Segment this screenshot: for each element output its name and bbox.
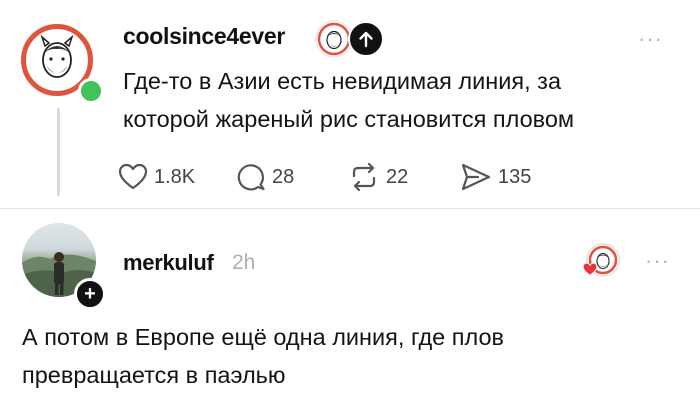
share-button[interactable]: 135 [460, 162, 531, 192]
avatar-illustration [40, 34, 74, 78]
username[interactable]: coolsince4ever [123, 23, 285, 50]
repost-icon [352, 162, 376, 192]
like-button[interactable]: 1.8K [118, 163, 236, 191]
online-status-dot [78, 78, 104, 104]
like-count: 1.8K [154, 165, 196, 188]
post-text-line: Где-то в Азии есть невидимая линия, за [123, 68, 562, 94]
reply-text-line: превращается в паэлью [22, 362, 286, 388]
repost-count: 22 [386, 165, 409, 188]
timestamp: 2h [232, 251, 256, 274]
repost-button[interactable]: 22 [348, 162, 460, 192]
comment-button[interactable]: 28 [236, 162, 348, 192]
arrow-up-icon [359, 31, 373, 48]
reply-text: А потом в Европе ещё одна линия, где пло… [22, 318, 682, 394]
divider [0, 208, 700, 209]
heart-icon [582, 262, 598, 282]
thread-line [57, 108, 60, 196]
post-text-line: которой жареный рис становится пловом [123, 106, 575, 132]
heart-icon [118, 163, 148, 190]
post-text: Где-то в Азии есть невидимая линия, за к… [123, 62, 683, 138]
follow-button[interactable] [348, 21, 384, 57]
post-actions: 1.8K 28 22 135 [118, 160, 531, 194]
follow-plus-button[interactable]: + [74, 278, 106, 310]
comment-icon [237, 164, 265, 191]
share-count: 135 [498, 165, 532, 188]
more-icon[interactable]: ··· [638, 26, 663, 52]
comment-count: 28 [272, 165, 295, 188]
share-icon [461, 163, 491, 191]
reply-text-line: А потом в Европе ещё одна линия, где пло… [22, 324, 505, 350]
plus-icon: + [84, 283, 96, 305]
username[interactable]: merkuluf [123, 250, 214, 276]
more-icon[interactable]: ··· [645, 248, 670, 274]
